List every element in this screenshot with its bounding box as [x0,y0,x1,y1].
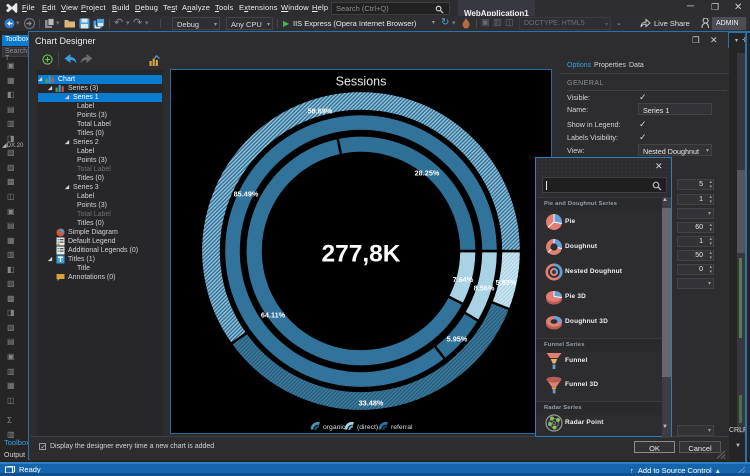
svg-text:33.48%: 33.48% [359,399,384,408]
svg-text:5.83%: 5.83% [496,278,517,287]
svg-text:8.56%: 8.56% [474,284,495,293]
svg-text:277,8K: 277,8K [321,241,400,268]
svg-text:64.11%: 64.11% [261,311,286,320]
svg-text:organic: organic [323,424,346,431]
svg-text:85.49%: 85.49% [234,190,259,199]
svg-text:7.64%: 7.64% [453,275,474,284]
svg-text:28.25%: 28.25% [415,169,440,178]
svg-text:referral: referral [391,424,413,431]
svg-text:5.95%: 5.95% [447,335,468,344]
svg-text:Sessions: Sessions [336,75,387,89]
svg-text:(direct): (direct) [357,424,378,431]
svg-text:58.69%: 58.69% [308,107,333,116]
